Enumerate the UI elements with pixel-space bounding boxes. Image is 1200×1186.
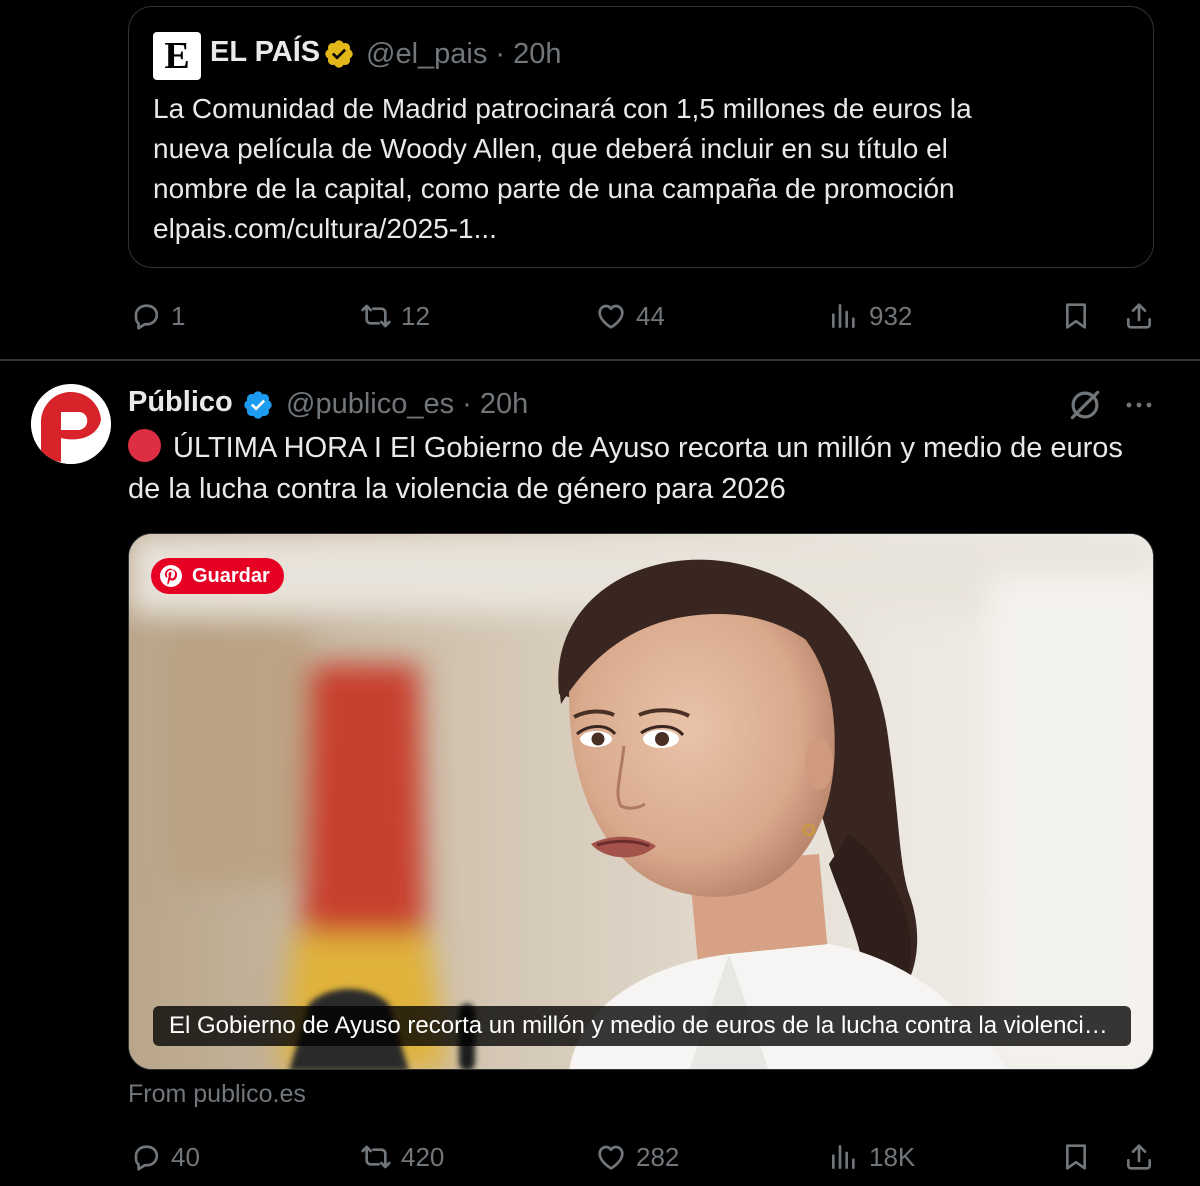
- tweet-text-body: ÚLTIMA HORA I El Gobierno de Ayuso recor…: [128, 432, 1123, 505]
- quoted-tweet-text: La Comunidad de Madrid patrocinará con 1…: [153, 93, 972, 244]
- verified-blue-badge-icon: [244, 391, 272, 419]
- bookmark-button[interactable]: [1060, 300, 1092, 337]
- like-button[interactable]: 282: [595, 1141, 679, 1173]
- repost-button[interactable]: 12: [360, 300, 430, 332]
- verified-gold-badge-icon: [325, 40, 353, 68]
- share-button[interactable]: [1123, 1141, 1155, 1178]
- bookmark-icon: [1066, 303, 1086, 329]
- author-handle-time[interactable]: @publico_es · 20h: [286, 388, 528, 421]
- link-preview-caption: El Gobierno de Ayuso recorta un millón y…: [153, 1006, 1131, 1046]
- avatar[interactable]: [31, 384, 111, 464]
- red-circle-emoji-icon: [128, 429, 161, 462]
- share-button[interactable]: [1123, 300, 1155, 337]
- bar-chart-icon: [832, 304, 855, 328]
- like-count: 282: [636, 1141, 680, 1172]
- repost-count: 12: [401, 300, 430, 331]
- bookmark-icon: [1066, 1144, 1086, 1170]
- like-count: 44: [636, 300, 665, 331]
- grok-slash-circle-icon[interactable]: [1066, 386, 1104, 424]
- reply-button[interactable]: 1: [130, 300, 185, 332]
- tweet-text: ÚLTIMA HORA I El Gobierno de Ayuso recor…: [128, 428, 1138, 510]
- link-preview-card[interactable]: Guardar El Gobierno de Ayuso recorta un …: [128, 533, 1154, 1070]
- repost-button[interactable]: 420: [360, 1141, 444, 1173]
- publico-logo-icon: [31, 384, 111, 464]
- reply-count: 1: [171, 300, 186, 331]
- like-button[interactable]: 44: [595, 300, 665, 332]
- reply-count: 40: [171, 1141, 200, 1172]
- quoted-author-name[interactable]: EL PAÍS: [210, 36, 320, 69]
- pinterest-save-button[interactable]: Guardar: [151, 558, 284, 594]
- el-pais-logo-letter: E: [164, 35, 190, 77]
- bar-chart-icon: [832, 1145, 855, 1169]
- el-pais-logo[interactable]: E: [153, 32, 201, 80]
- repost-arrows-icon: [361, 304, 391, 328]
- heart-icon: [598, 1145, 624, 1170]
- quoted-author-handle-time[interactable]: @el_pais · 20h: [366, 38, 562, 71]
- tweet-divider: [0, 359, 1200, 361]
- article-photo: [129, 534, 1153, 1069]
- view-count: 18K: [869, 1141, 916, 1172]
- views-button[interactable]: 932: [828, 300, 912, 332]
- speech-bubble-icon: [134, 1145, 159, 1171]
- repost-count: 420: [401, 1141, 445, 1172]
- pinterest-icon: [160, 565, 182, 587]
- heart-icon: [598, 304, 624, 329]
- more-dots-icon[interactable]: [1122, 393, 1156, 417]
- bookmark-button[interactable]: [1060, 1141, 1092, 1178]
- pinterest-save-label: Guardar: [192, 564, 270, 587]
- view-count: 932: [869, 300, 913, 331]
- speech-bubble-icon: [134, 304, 159, 330]
- repost-arrows-icon: [361, 1145, 391, 1169]
- share-upload-icon: [1127, 1144, 1151, 1170]
- author-name[interactable]: Público: [128, 386, 233, 419]
- views-button[interactable]: 18K: [828, 1141, 915, 1173]
- link-source[interactable]: From publico.es: [128, 1080, 306, 1109]
- reply-button[interactable]: 40: [130, 1141, 200, 1173]
- share-upload-icon: [1127, 303, 1151, 329]
